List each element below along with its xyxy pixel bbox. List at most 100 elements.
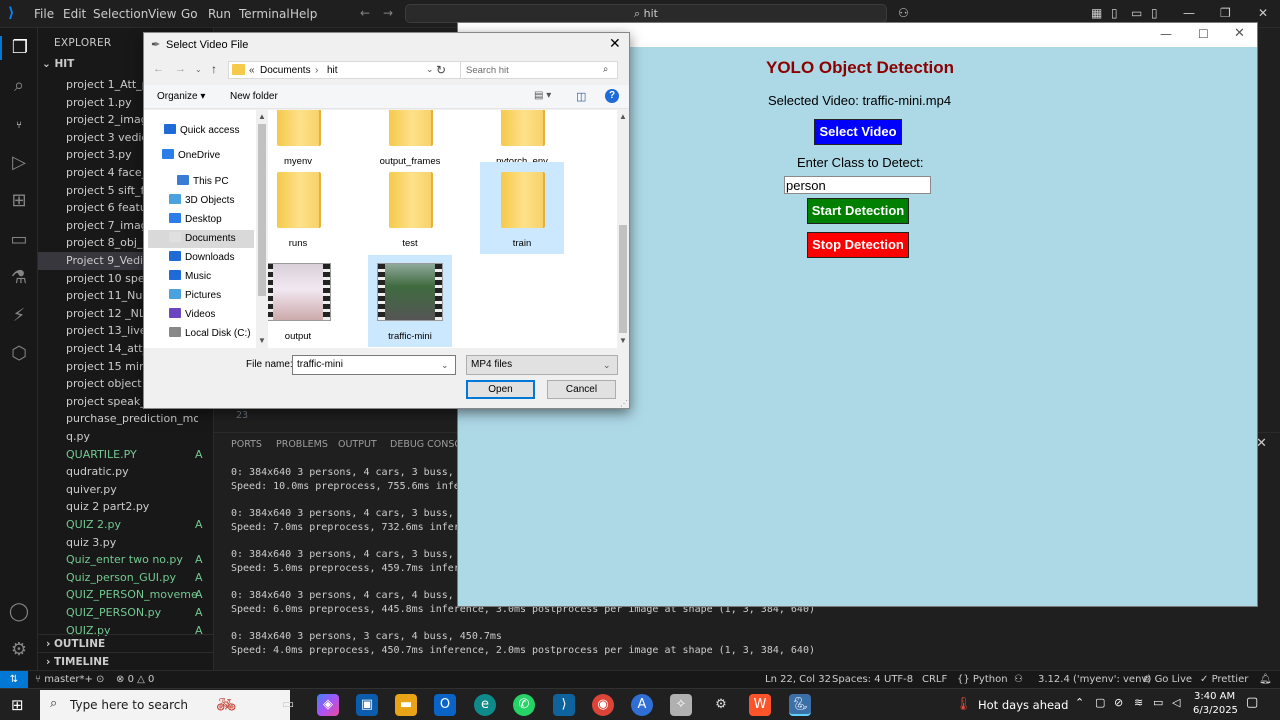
brave-icon[interactable]: W [749,694,771,716]
maximize-icon[interactable]: ❐ [1220,6,1231,20]
resize-grip-icon[interactable]: ⋰ [620,399,628,408]
video-item[interactable]: traffic-mini [368,255,452,347]
tab-output[interactable]: OUTPUT [338,439,377,450]
volume-icon[interactable]: ◁ [1172,696,1180,709]
cursor-position[interactable]: Ln 22, Col 32 [765,674,831,685]
file-item[interactable]: qudratic.py [38,463,214,481]
folder-item[interactable]: train [480,162,564,254]
search-icon[interactable]: ⌕ [7,74,31,98]
menu-file[interactable]: File [34,7,54,21]
clock-date[interactable]: 6/3/2025 [1193,705,1238,716]
nav-item[interactable]: Quick access [148,122,254,140]
minimize-icon[interactable]: — [1183,6,1195,20]
close-icon[interactable]: ✕ [1234,26,1245,41]
windows-start-icon[interactable]: ⊞ [11,696,24,714]
whatsapp-icon[interactable]: ✆ [513,694,535,716]
timeline-section[interactable]: › TIMELINE [38,652,214,670]
explorer-icon[interactable]: ❐ [0,36,38,60]
app-swirl-icon[interactable]: ✧ [670,694,692,716]
workspace-folder[interactable]: ⌄ HIT [42,58,74,70]
file-scrollbar[interactable]: ▲ ▼ [617,110,629,348]
forward-arrow-icon[interactable]: → [383,6,393,20]
nav-scrollbar[interactable]: ▲ ▼ [256,110,268,348]
file-item[interactable]: Quiz_enter two no.py A [38,551,214,569]
nav-item[interactable]: Music [148,268,254,286]
nav-item[interactable]: Downloads [148,249,254,267]
problems-status[interactable]: ⊗ 0 △ 0 [116,674,154,685]
file-item[interactable]: QUARTILE.PY A [38,446,214,464]
nav-item[interactable]: This PC [148,173,254,191]
up-arrow-icon[interactable]: ↑ [211,62,217,76]
remote-indicator-icon[interactable]: ⇅ [0,671,28,689]
command-center-search[interactable]: ⌕ hit [405,4,887,23]
testing-icon[interactable]: ⚗ [7,266,31,290]
source-control-icon[interactable]: ⑂ [7,114,31,138]
clock-time[interactable]: 3:40 AM [1194,691,1235,702]
wifi-icon[interactable]: ≋ [1134,696,1143,709]
back-arrow-icon[interactable]: ← [360,6,370,20]
help-icon[interactable]: ? [605,89,619,103]
copilot-icon[interactable]: ⚡ [7,304,31,328]
start-detection-button[interactable]: Start Detection [807,198,909,224]
menu-help[interactable]: Help [290,7,317,21]
language-mode[interactable]: {} Python [957,674,1008,685]
breadcrumb-hit[interactable]: hit [327,65,338,76]
nav-item[interactable]: Local Disk (C:) [148,325,254,343]
cancel-button[interactable]: Cancel [547,380,616,399]
python-app-icon[interactable]: 🐍︎ [789,694,811,716]
forward-arrow-icon[interactable]: → [175,63,186,75]
close-icon[interactable]: ✕ [1258,6,1268,20]
video-item[interactable]: output [268,255,340,347]
search-field[interactable]: Search hit ⌕ [460,61,618,79]
file-item[interactable]: quiz 2 part2.py [38,498,214,516]
nav-item[interactable]: Documents [148,230,254,248]
file-item[interactable]: quiz 3.py [38,534,214,552]
view-options-icon[interactable]: ▤ ▾ [534,90,551,101]
notification-center-icon[interactable]: ▢ [1246,695,1258,710]
show-hidden-icons-icon[interactable]: ⌃ [1075,696,1084,709]
file-item[interactable]: q.py [38,428,214,446]
toggle-panel-icon[interactable]: ▭ [1131,6,1142,20]
tray-app-icon[interactable]: ▢ [1095,696,1105,709]
encoding[interactable]: UTF-8 [884,674,913,685]
menu-run[interactable]: Run [208,7,231,21]
tab-problems[interactable]: PROBLEMS [276,439,328,450]
line-ending[interactable]: CRLF [922,674,947,685]
folder-item[interactable]: runs [268,162,340,254]
new-folder-button[interactable]: New folder [230,91,278,102]
select-video-button[interactable]: Select Video [814,119,902,145]
vscode-app-icon[interactable]: ⟩ [553,694,575,716]
chevron-down-icon[interactable]: ⌄ [441,356,449,374]
menu-selection[interactable]: Selection [93,7,148,21]
folder-item[interactable]: test [368,162,452,254]
chrome-icon[interactable]: ◉ [592,694,614,716]
toggle-secondary-sidebar-icon[interactable]: ▯ [1151,6,1158,20]
notifications-bell-icon[interactable]: 🔔︎ [1259,674,1272,685]
open-button[interactable]: Open [466,380,535,399]
extensions-icon[interactable]: ⊞ [7,189,31,213]
run-debug-icon[interactable]: ▷ [7,151,31,175]
branch-status[interactable]: ⑂ master*+ ⊙ [35,674,104,685]
menu-go[interactable]: Go [181,7,198,21]
file-item[interactable]: QUIZ_PERSON_movemen...A [38,586,214,604]
nav-item[interactable]: Videos [148,306,254,324]
copilot-app-icon[interactable]: ◈ [317,694,339,716]
maximize-icon[interactable]: ☐ [1198,27,1209,41]
recent-dropdown-icon[interactable]: ⌄ [195,65,202,74]
tab-ports[interactable]: PORTS [231,439,262,450]
app-a-icon[interactable]: A [631,694,653,716]
refresh-icon[interactable]: ↻ [436,63,446,77]
chevron-down-icon[interactable]: ⌄ [426,64,434,75]
prettier-button[interactable]: ✓ Prettier [1200,674,1248,685]
stop-detection-button[interactable]: Stop Detection [807,232,909,258]
file-explorer-icon[interactable]: ▬ [395,694,417,716]
python-interpreter[interactable]: 3.12.4 ('myenv': venv) [1038,674,1151,685]
outlook-icon[interactable]: O [434,694,456,716]
task-view-icon[interactable]: ▭ [277,694,299,716]
layout-icon[interactable]: ▦ [1091,6,1102,20]
class-input[interactable] [784,176,931,194]
menu-terminal[interactable]: Terminal [239,7,290,21]
nav-item[interactable]: 3D Objects [148,192,254,210]
go-live-button[interactable]: ⊚ Go Live [1143,674,1192,685]
breadcrumb-overflow[interactable]: « [249,65,255,76]
